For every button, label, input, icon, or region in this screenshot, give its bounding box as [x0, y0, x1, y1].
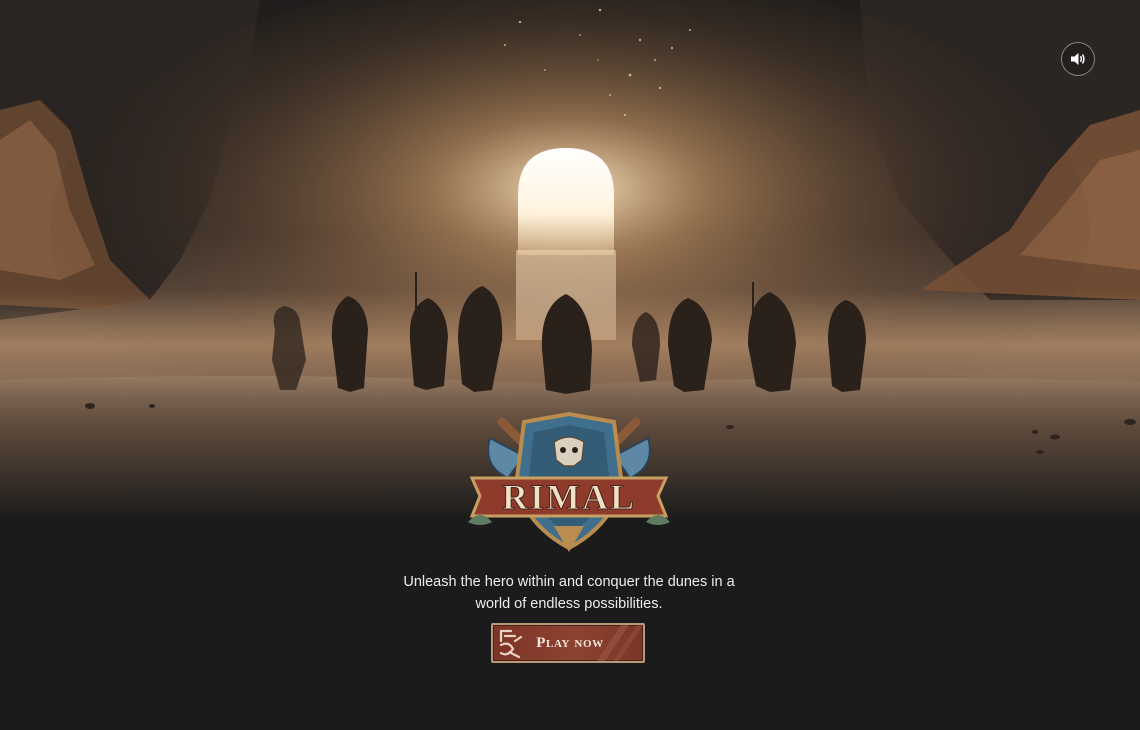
volume-on-icon [1071, 53, 1085, 65]
game-logo: RIMAL [462, 408, 676, 558]
play-now-label: Play now [536, 634, 604, 651]
sound-toggle-button[interactable] [1061, 42, 1095, 76]
landing-page: RIMAL Unleash the hero within and conque… [0, 0, 1140, 730]
play-now-button[interactable]: Play now [491, 623, 645, 663]
logo-title: RIMAL [502, 477, 636, 517]
hero-tagline: Unleash the hero within and conquer the … [403, 574, 735, 612]
